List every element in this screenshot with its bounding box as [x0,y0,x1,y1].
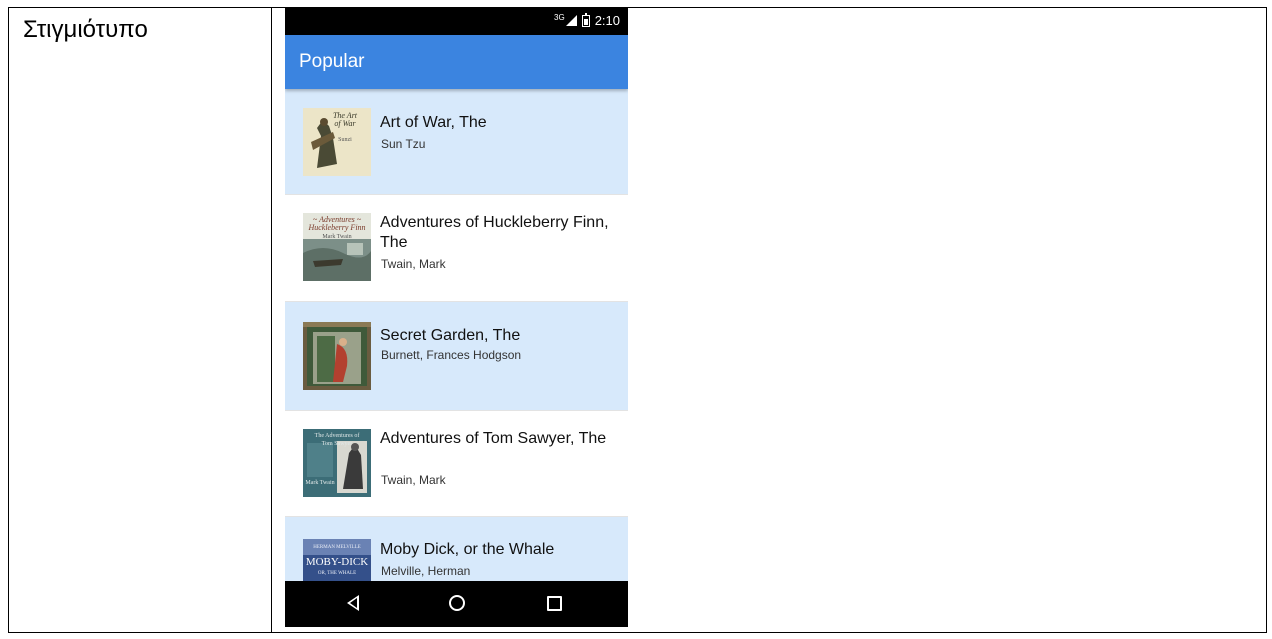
book-list-item[interactable]: Secret Garden, The Burnett, Frances Hodg… [285,302,628,411]
recent-apps-icon[interactable] [547,596,562,611]
cover-line: The Adventures of [314,433,360,439]
status-time: 2:10 [594,13,620,28]
book-title: Secret Garden, The [380,327,521,344]
book-list-item[interactable]: The Adventures of Tom Sawyer Mark Twain … [285,411,628,517]
cover-line: MOBY-DICK [305,556,369,568]
book-list-item[interactable]: ~ Adventures ~ Huckleberry Finn Mark Twa… [285,195,628,302]
book-title: Adventures of Huckleberry Finn, The [380,214,609,251]
book-author: Melville, Herman [381,564,471,578]
book-author: Twain, Mark [381,257,446,271]
cover-line: Mark Twain [305,480,335,486]
network-type: 3G [554,13,565,22]
book-cover: ~ Adventures ~ Huckleberry Finn Mark Twa… [303,213,371,281]
cover-line: of War [334,119,356,128]
cover-line: Mark Twain [322,234,352,240]
cover-line: HERMAN MELVILLE [313,545,361,550]
book-list-item[interactable]: HERMAN MELVILLE MOBY-DICK OR, THE WHALE … [285,517,628,581]
cover-line: Sunzi [338,137,352,143]
app-bar-title: Popular [299,51,365,72]
table-divider [271,8,272,632]
screenshot-label: Στιγμιότυπο [23,16,148,43]
book-title: Adventures of Tom Sawyer, The [380,430,607,447]
document-table: Στιγμιότυπο [8,7,1267,633]
app-bar: Popular [285,35,628,89]
cover-line: Tom Sawyer [321,441,353,447]
battery-icon [581,12,590,27]
book-author: Twain, Mark [381,473,446,487]
book-author: Burnett, Frances Hodgson [381,348,522,362]
home-icon[interactable] [449,595,465,611]
cover-line: OR, THE WHALE [317,571,357,576]
book-title: Art of War, The [380,114,487,131]
back-icon[interactable] [347,595,359,611]
signal-strength-icon [565,15,577,26]
phone-screen: 3G 2:10 Popular The Art of War Sunzi Art… [285,7,628,627]
book-title: Moby Dick, or the Whale [380,541,555,558]
book-cover [303,322,371,390]
book-cover: The Adventures of Tom Sawyer Mark Twain [303,429,371,497]
book-cover: The Art of War Sunzi [303,108,371,176]
book-list-item[interactable]: The Art of War Sunzi Art of War, The Sun… [285,89,628,195]
book-list[interactable]: The Art of War Sunzi Art of War, The Sun… [285,89,628,581]
book-cover: HERMAN MELVILLE MOBY-DICK OR, THE WHALE [303,539,371,581]
status-bar: 3G 2:10 [285,7,628,35]
status-icons: 3G 2:10 [554,12,620,28]
navigation-bar [285,581,628,627]
cover-line: Huckleberry Finn [308,223,366,232]
book-author: Sun Tzu [381,137,426,151]
signal-icon: 3G [554,13,577,26]
